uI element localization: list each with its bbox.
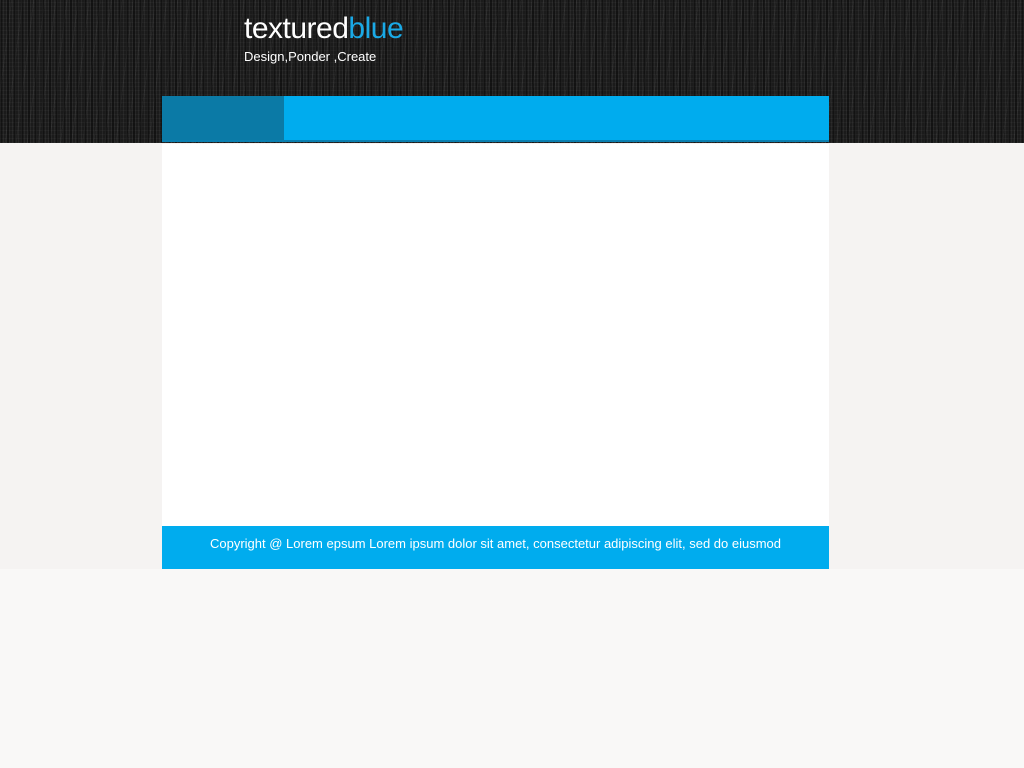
nav-item-active[interactable]: [162, 96, 284, 140]
main-navbar: [162, 96, 829, 142]
site-tagline: Design,Ponder ,Create: [244, 49, 377, 64]
site-footer: Copyright @ Lorem epsum Lorem ipsum dolo…: [162, 526, 829, 569]
footer-copyright: Copyright @ Lorem epsum Lorem ipsum dolo…: [209, 536, 782, 551]
main-content: [162, 144, 829, 526]
logo-text-primary: textured: [244, 12, 349, 45]
logo-text-accent: blue: [348, 12, 404, 45]
site-logo[interactable]: texturedblue: [244, 12, 404, 46]
